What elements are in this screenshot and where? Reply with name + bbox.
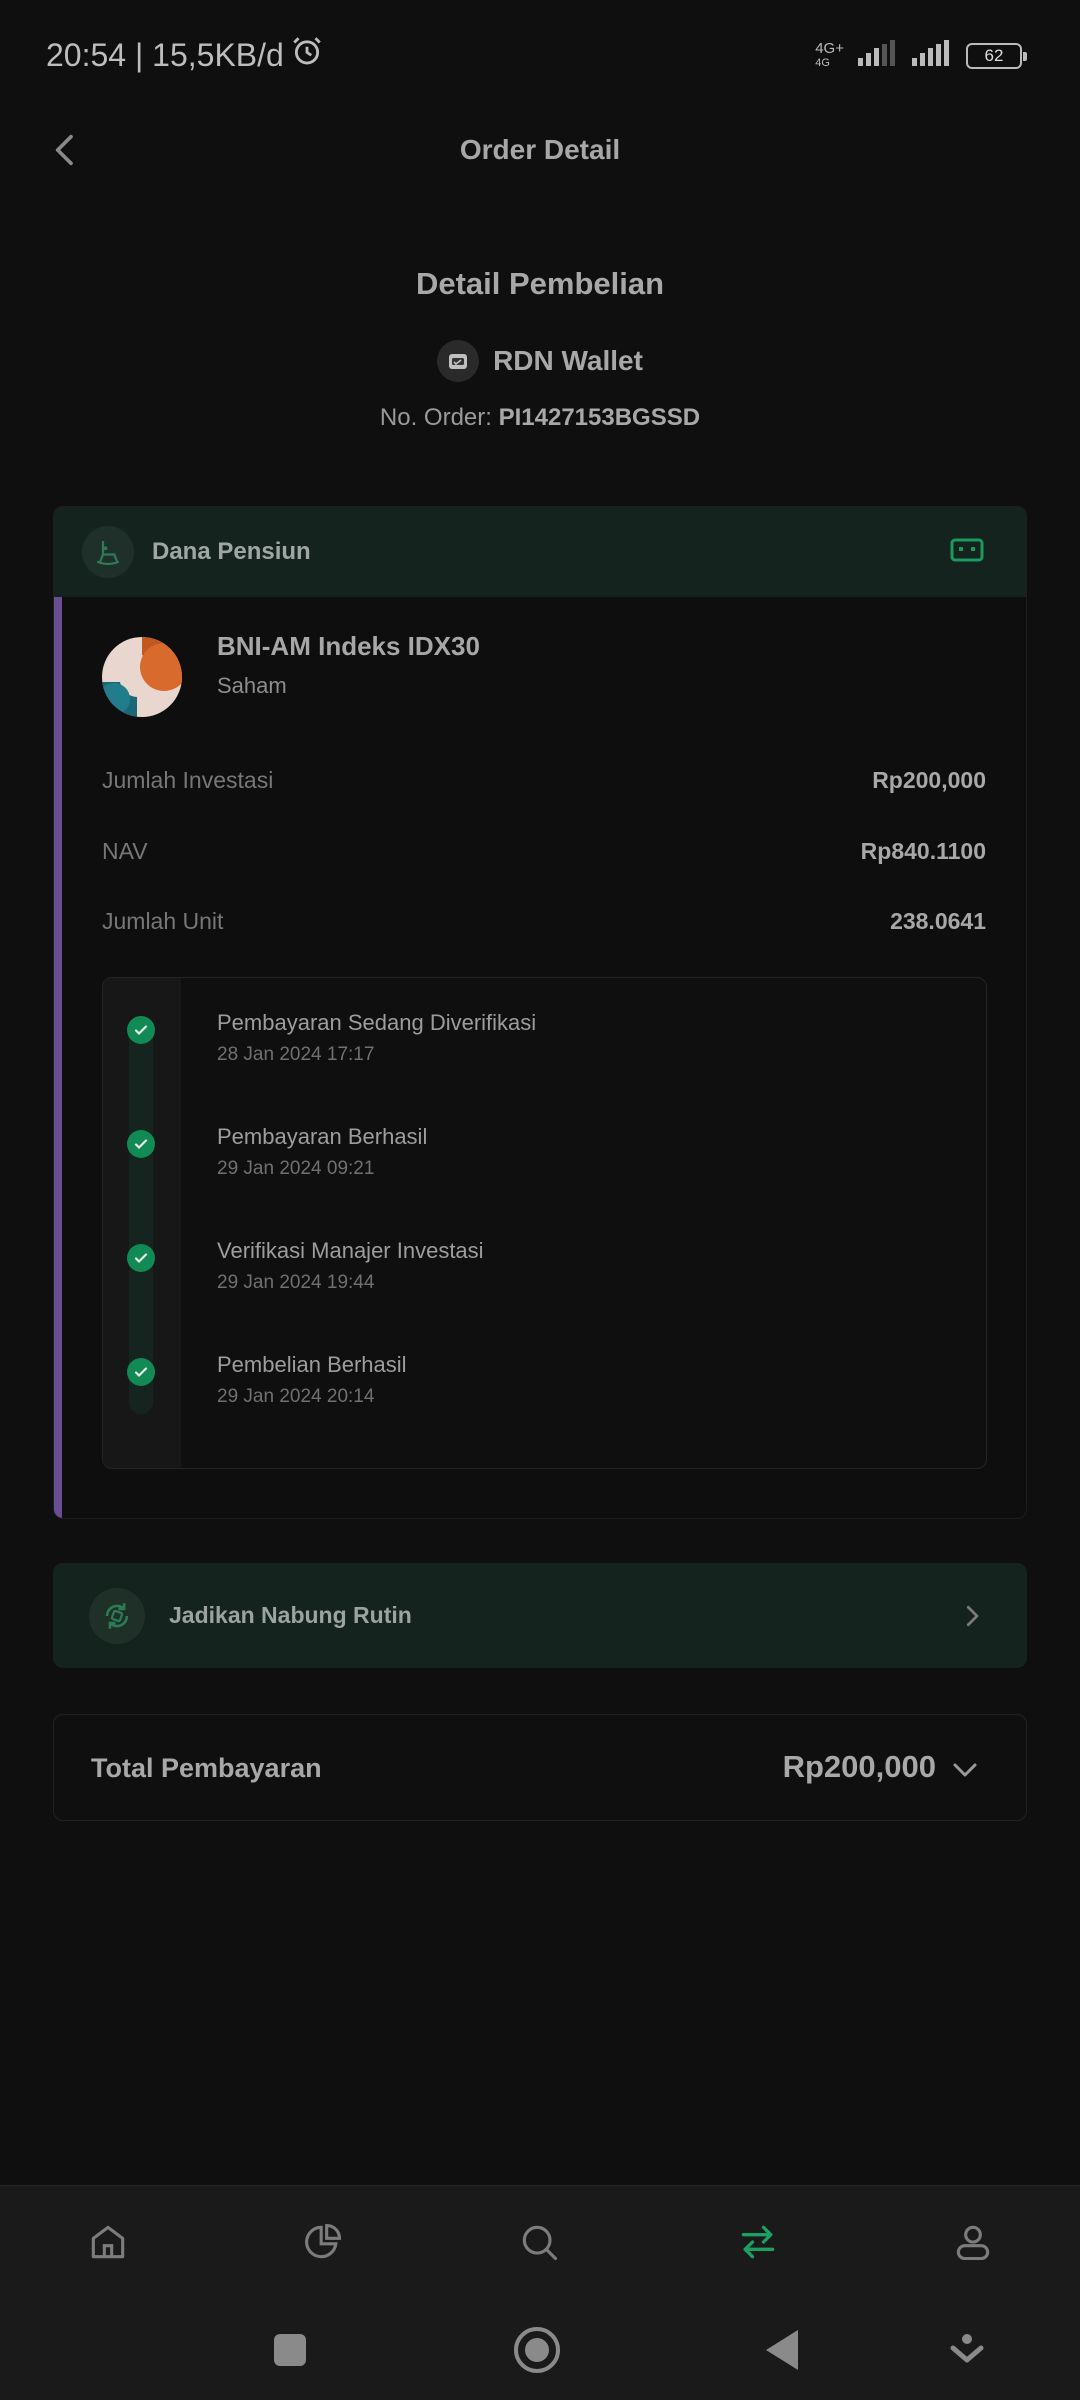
timeline-item: Pembelian Berhasil 29 Jan 2024 20:14	[217, 1352, 407, 1408]
wallet-label: RDN Wallet	[493, 345, 643, 376]
timeline-title: Pembayaran Berhasil	[217, 1124, 428, 1149]
circle-icon	[514, 2327, 560, 2373]
detail-label: Jumlah Unit	[102, 908, 224, 934]
alarm-icon	[290, 34, 324, 76]
assistant-button[interactable]	[942, 2325, 992, 2375]
nav-search[interactable]	[511, 2214, 567, 2270]
square-icon	[274, 2334, 306, 2366]
recurring-icon	[89, 1587, 145, 1644]
nav-home[interactable]	[80, 2214, 136, 2270]
portfolio-icon	[305, 2223, 342, 2259]
home-button[interactable]	[512, 2325, 562, 2375]
detail-row: NAV Rp840.1100	[102, 838, 986, 865]
timeline-item: Verifikasi Manajer Investasi 29 Jan 2024…	[217, 1238, 484, 1294]
chevron-right-icon	[957, 1601, 987, 1631]
order-number-row: No. Order: PI1427153BGSSD	[0, 404, 1080, 432]
order-label: No. Order:	[379, 404, 492, 431]
nav-portfolio[interactable]	[295, 2214, 351, 2270]
transaction-icon	[741, 2225, 775, 2259]
timeline-item: Pembayaran Sedang Diverifikasi 28 Jan 20…	[217, 1010, 536, 1066]
detail-row: Jumlah Unit 238.0641	[102, 908, 986, 935]
battery-icon: 62	[966, 42, 1027, 69]
fund-name: BNI-AM Indeks IDX30	[217, 631, 480, 661]
status-timeline: Pembayaran Sedang Diverifikasi 28 Jan 20…	[102, 977, 987, 1469]
network-type: 4G+ 4G	[815, 39, 844, 69]
timeline-time: 28 Jan 2024 17:17	[217, 1044, 375, 1065]
timeline-time: 29 Jan 2024 20:14	[217, 1386, 375, 1407]
wallet-row: RDN Wallet	[0, 340, 1080, 382]
total-payment-row[interactable]: Total Pembayaran Rp200,000	[53, 1714, 1027, 1821]
nav-transaction[interactable]	[730, 2214, 786, 2270]
wallet-icon	[437, 340, 480, 382]
fund-logo	[102, 637, 182, 717]
page-title: Order Detail	[459, 134, 621, 165]
check-icon	[127, 1358, 155, 1386]
bottom-navigation	[0, 2185, 1080, 2297]
status-time: 20:54 | 15,5KB/d	[46, 36, 284, 73]
timeline-title: Verifikasi Manajer Investasi	[217, 1238, 484, 1263]
chevron-down-icon[interactable]	[948, 1755, 982, 1785]
detail-label: Jumlah Investasi	[102, 767, 274, 793]
nabung-rutin-button[interactable]: Jadikan Nabung Rutin	[53, 1563, 1027, 1668]
status-bar: 20:54 | 15,5KB/d 4G+ 4G 62	[0, 0, 1080, 110]
check-icon	[127, 1130, 155, 1158]
card-accent-bar	[54, 597, 62, 1518]
detail-value: Rp200,000	[872, 767, 986, 793]
timeline-track	[129, 1018, 153, 1414]
fund-type: Saham	[217, 673, 287, 698]
nabung-rutin-label: Jadikan Nabung Rutin	[169, 1602, 412, 1628]
detail-label: NAV	[102, 838, 148, 864]
signal-icon	[858, 40, 898, 71]
order-card: Dana Pensiun BNI-AM Indeks IDX30 Saham J…	[53, 506, 1027, 1519]
profile-icon	[956, 2225, 990, 2261]
home-icon	[91, 2225, 125, 2259]
goal-card-icon[interactable]	[950, 537, 984, 563]
check-icon	[127, 1244, 155, 1272]
chevron-dot-icon	[950, 2334, 984, 2363]
triangle-back-icon	[766, 2330, 798, 2370]
timeline-title: Pembelian Berhasil	[217, 1352, 407, 1377]
total-value: Rp200,000	[782, 1749, 936, 1784]
detail-value: 238.0641	[890, 908, 986, 934]
order-number: PI1427153BGSSD	[498, 404, 701, 431]
search-icon	[522, 2225, 558, 2261]
section-title: Detail Pembelian	[415, 266, 665, 301]
recents-button[interactable]	[265, 2325, 315, 2375]
back-nav-button[interactable]	[757, 2325, 807, 2375]
system-navigation-bar	[0, 2297, 1080, 2400]
check-icon	[127, 1016, 155, 1044]
signal-icon-2	[912, 40, 952, 71]
rocking-chair-icon	[82, 526, 134, 578]
goal-label: Dana Pensiun	[152, 538, 311, 565]
detail-value: Rp840.1100	[860, 838, 986, 864]
header: Order Detail	[0, 110, 1080, 190]
total-label: Total Pembayaran	[91, 1753, 322, 1783]
nav-profile[interactable]	[945, 2214, 1001, 2270]
timeline-time: 29 Jan 2024 19:44	[217, 1272, 375, 1293]
timeline-title: Pembayaran Sedang Diverifikasi	[217, 1010, 537, 1035]
timeline-time: 29 Jan 2024 09:21	[217, 1158, 375, 1179]
detail-row: Jumlah Investasi Rp200,000	[102, 767, 986, 794]
timeline-item: Pembayaran Berhasil 29 Jan 2024 09:21	[217, 1124, 427, 1180]
goal-header: Dana Pensiun	[54, 507, 1026, 597]
